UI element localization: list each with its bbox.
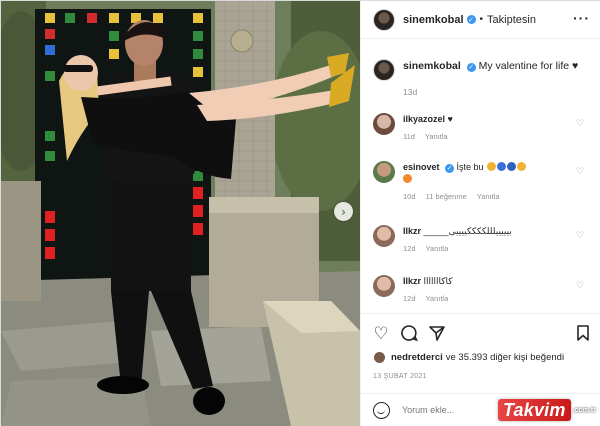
commenter-avatar[interactable]: [373, 225, 395, 247]
comment-time[interactable]: 11d: [403, 132, 415, 141]
liker-avatar[interactable]: [373, 351, 386, 364]
comment-input[interactable]: [402, 405, 502, 415]
comment-item: esinovet ✓ İşte bu 10d 11 beğenme Yanıtl…: [373, 161, 598, 203]
author-username[interactable]: sinemkobal: [403, 14, 464, 26]
comment-username[interactable]: ilkyazozel: [403, 114, 445, 124]
comment-reply-button[interactable]: Yanıtla: [425, 132, 448, 141]
verified-badge-icon: ✓: [466, 15, 476, 24]
chevron-right-icon: ›: [341, 204, 346, 219]
comment-like-heart-icon[interactable]: ♡: [576, 281, 584, 291]
comment-username[interactable]: Ilkzr: [403, 226, 421, 236]
comment-reply-button[interactable]: Yanıtla: [425, 244, 448, 253]
comment-like-heart-icon[interactable]: ♡: [576, 167, 584, 177]
comment-item: Ilkzr _____بیییییلللککککییییی 12d Yanıtl…: [373, 225, 598, 255]
caption-time[interactable]: 13d: [403, 85, 578, 99]
watermark-text: Takvim: [498, 399, 571, 421]
emoji-icon: [403, 174, 412, 183]
commenter-avatar[interactable]: [373, 113, 395, 135]
likes-summary: nedretderci ve 35.393 diğer kişi beğendi: [373, 351, 564, 364]
comment-body: Ilkzr كاكااااااا 12d Yanıtla: [403, 275, 573, 305]
comment-time[interactable]: 12d: [403, 244, 416, 253]
comment-like-heart-icon[interactable]: ♡: [576, 231, 584, 241]
comment-meta: 12d Yanıtla: [403, 293, 573, 305]
emoji-icon: [507, 162, 517, 171]
comment-reply-button[interactable]: Yanıtla: [425, 294, 448, 303]
couple-photo-illustration: [1, 1, 360, 426]
emoji-icon: [487, 162, 497, 171]
caption-avatar[interactable]: [373, 59, 395, 81]
next-photo-button[interactable]: ›: [334, 202, 353, 221]
post-date: 13 ŞUBAT 2021: [373, 373, 427, 380]
emoji-icon: [517, 162, 527, 171]
comment-meta: 11d Yanıtla: [403, 131, 573, 143]
comment-item: Ilkzr كاكااااااا 12d Yanıtla ♡: [373, 275, 598, 305]
post-actions: ♡: [361, 313, 600, 353]
more-options-icon[interactable]: ···: [573, 11, 590, 25]
takvim-watermark-logo: Takvim .com.tr: [498, 398, 596, 422]
comment-like-heart-icon[interactable]: ♡: [576, 119, 584, 129]
comment-text: ♥: [447, 114, 453, 124]
comment-body: Ilkzr _____بیییییلللککککییییی 12d Yanıtl…: [403, 225, 573, 255]
comment-time[interactable]: 10d: [403, 192, 416, 201]
post-side-panel: sinemkobal ✓ • Takiptesin ··· sinemkobal…: [360, 1, 600, 426]
header-separator: •: [479, 14, 484, 25]
follow-status-button[interactable]: Takiptesin: [487, 14, 536, 26]
first-liker-username[interactable]: nedretderci: [391, 352, 443, 363]
caption-body: sinemkobal ✓ My valentine for life ♥ 13d: [403, 59, 578, 99]
comment-text: كاكااااااا: [423, 276, 453, 286]
comment-username[interactable]: esinovet: [403, 162, 440, 172]
comment-meta: 10d 11 beğenme Yanıtla: [403, 191, 573, 203]
emoji-icon: [497, 162, 507, 171]
post-header: sinemkobal ✓ • Takiptesin ···: [361, 1, 600, 39]
bookmark-icon[interactable]: [573, 324, 593, 344]
comment-reply-button[interactable]: Yanıtla: [477, 192, 500, 201]
comment-meta: 12d Yanıtla: [403, 243, 573, 255]
caption-username[interactable]: sinemkobal: [403, 60, 461, 72]
comment-username[interactable]: Ilkzr: [403, 276, 421, 286]
comment-text: İşte bu: [456, 162, 484, 172]
comment-time[interactable]: 12d: [403, 294, 416, 303]
watermark-suffix: .com.tr: [572, 406, 596, 414]
comment-item: ilkyazozel ♥ 11d Yanıtla ♡: [373, 113, 598, 143]
comment-icon[interactable]: [399, 324, 419, 344]
likes-text[interactable]: ve 35.393 diğer kişi beğendi: [446, 352, 564, 363]
post-caption: sinemkobal ✓ My valentine for life ♥ 13d: [373, 59, 598, 99]
post-photo: ›: [1, 1, 360, 426]
verified-badge-icon: ✓: [445, 163, 455, 173]
commenter-avatar[interactable]: [373, 161, 395, 183]
verified-badge-icon: ✓: [466, 62, 476, 72]
author-avatar[interactable]: [373, 8, 395, 31]
heart-icon[interactable]: ♡: [371, 324, 391, 344]
caption-text: My valentine for life ♥: [478, 60, 579, 72]
comment-text: _____بیییییلللککککییییی: [423, 226, 512, 236]
smile-icon[interactable]: [373, 401, 390, 419]
comment-body: esinovet ✓ İşte bu 10d 11 beğenme Yanıtl…: [403, 161, 573, 203]
commenter-avatar[interactable]: [373, 275, 395, 297]
share-icon[interactable]: [427, 324, 447, 344]
comment-likes[interactable]: 11 beğenme: [426, 192, 467, 201]
comment-body: ilkyazozel ♥ 11d Yanıtla: [403, 113, 573, 143]
instagram-post-modal: › sinemkobal ✓ • Takiptesin ··· sinemkob…: [0, 0, 600, 426]
